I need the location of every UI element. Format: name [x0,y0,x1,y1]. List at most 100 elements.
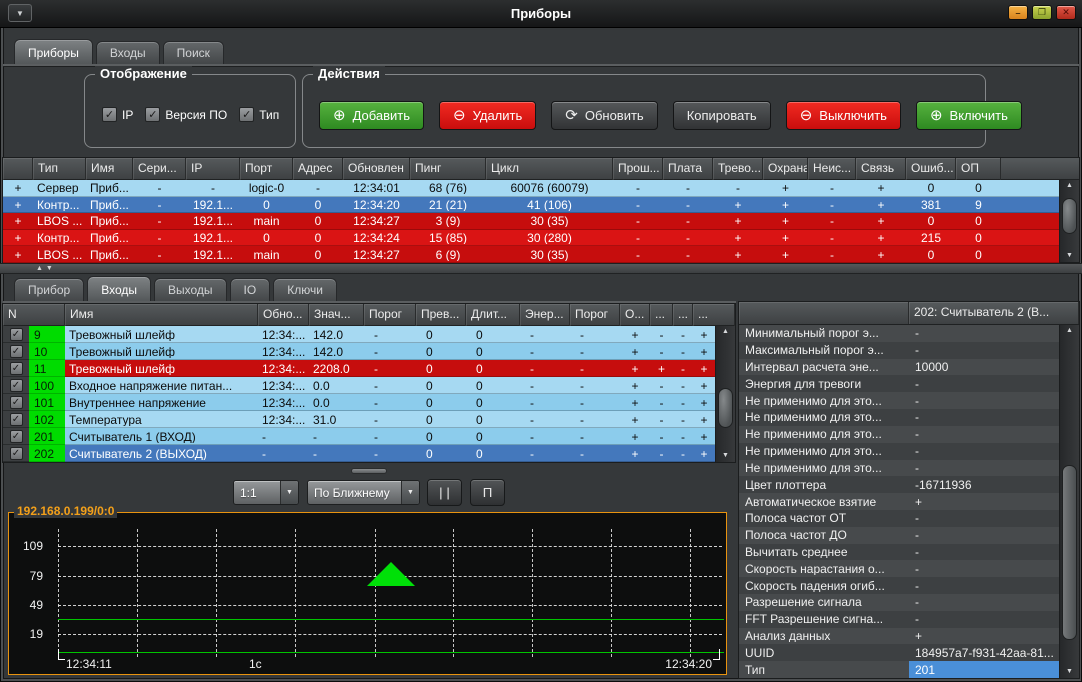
property-row[interactable]: Энергия для тревоги - [739,375,1059,392]
property-row[interactable]: Не применимо для это... - [739,443,1059,460]
input-row[interactable]: ✓ 9 Тревожный шлейф 12:34:... 142.0 - 0 … [3,326,715,343]
property-value-header[interactable]: 202: Считыватель 2 (В... [909,302,1079,324]
property-row[interactable]: Не применимо для это... - [739,426,1059,443]
input-row[interactable]: ✓ 101 Внутреннее напряжение 12:34:... 0.… [3,394,715,411]
property-row[interactable]: Скорость нарастания о... - [739,560,1059,577]
column-header[interactable]: Порог [364,304,416,326]
property-row[interactable]: Анализ данных + [739,628,1059,645]
column-header[interactable]: N [3,304,65,326]
scroll-down-icon[interactable]: ▼ [1060,666,1079,678]
column-header[interactable]: Знач... [309,304,364,326]
property-value[interactable]: 184957a7-f931-42aa-81... [909,647,1059,659]
property-value[interactable]: 201 [909,661,1059,678]
scrollbar-thumb[interactable] [1062,198,1077,234]
column-header[interactable]: Порт [240,158,293,180]
device-row[interactable]: + LBOS ... Приб... - 192.1... main 0 12:… [3,213,1059,230]
property-value[interactable]: - [909,546,1059,558]
property-row[interactable]: Тип 201 [739,661,1059,678]
devices-scrollbar[interactable]: ▲ ▼ [1059,180,1079,262]
column-header[interactable]: Имя [86,158,133,180]
column-header[interactable] [3,158,33,180]
column-header[interactable]: Адрес [293,158,343,180]
row-checkbox[interactable]: ✓ [10,413,23,426]
scroll-down-icon[interactable]: ▼ [716,450,735,462]
sub-tab[interactable]: Прибор [14,278,84,301]
column-header[interactable]: Прош... [613,158,663,180]
property-row[interactable]: Скорость падения огиб... - [739,577,1059,594]
property-row[interactable]: Вычитать среднее - [739,544,1059,561]
column-header[interactable]: ... [673,304,693,326]
scroll-up-icon[interactable]: ▲ [1060,325,1079,337]
input-row[interactable]: ✓ 11 Тревожный шлейф 12:34:... 2208.0 - … [3,360,715,377]
splitter-arrows-icon[interactable]: ▲▼ [36,265,56,272]
pause-button[interactable]: | | [427,479,462,506]
property-value[interactable]: 10000 [909,361,1059,373]
column-header[interactable]: О... [620,304,650,326]
property-value[interactable]: - [909,411,1059,423]
p-button[interactable]: П [470,479,505,506]
column-header[interactable]: Охрана [763,158,808,180]
sub-tab[interactable]: IO [230,278,271,301]
column-header[interactable]: Тип [33,158,86,180]
close-button[interactable]: ✕ [1056,5,1076,20]
column-header[interactable]: Энер... [520,304,570,326]
property-value[interactable]: - [909,512,1059,524]
property-value[interactable]: - [909,378,1059,390]
input-row[interactable]: ✓ 102 Температура 12:34:... 31.0 - 0 0 -… [3,411,715,428]
property-row[interactable]: Разрешение сигнала - [739,594,1059,611]
scrollbar-thumb[interactable] [1062,465,1077,640]
column-header[interactable]: Обно... [258,304,309,326]
property-row[interactable]: Минимальный порог э... - [739,325,1059,342]
property-value[interactable]: - [909,445,1059,457]
action-button[interactable]: ⊕ Добавить [319,101,424,130]
property-value[interactable]: - [909,395,1059,407]
scroll-up-icon[interactable]: ▲ [716,326,735,338]
column-header[interactable]: ... [650,304,673,326]
column-header[interactable]: Прев... [416,304,466,326]
sub-tab[interactable]: Выходы [154,278,227,301]
property-value[interactable]: -16711936 [909,479,1059,491]
property-value[interactable]: - [909,462,1059,474]
property-row[interactable]: Интервал расчета эне... 10000 [739,359,1059,376]
device-row[interactable]: + LBOS ... Приб... - 192.1... main 0 12:… [3,246,1059,263]
property-row[interactable]: UUID 184957a7-f931-42aa-81... [739,644,1059,661]
property-row[interactable]: Полоса частот ДО - [739,527,1059,544]
column-header[interactable]: Плата [663,158,713,180]
property-value[interactable]: - [909,344,1059,356]
main-tab[interactable]: Входы [96,41,160,64]
column-header[interactable]: Сери... [133,158,186,180]
row-checkbox[interactable]: ✓ [10,447,23,460]
action-button[interactable]: ⊖ Удалить [439,101,536,130]
column-header[interactable]: Обновлен [343,158,410,180]
column-header[interactable]: Длит... [466,304,520,326]
checkbox-checked-icon[interactable]: ✓ [239,107,254,122]
action-button[interactable]: ⟳ Обновить [551,101,657,130]
row-checkbox[interactable]: ✓ [10,396,23,409]
property-value[interactable]: - [909,428,1059,440]
action-button[interactable]: Копировать [673,101,771,130]
row-checkbox[interactable]: ✓ [10,379,23,392]
maximize-button[interactable]: ❐ [1032,5,1052,20]
property-value[interactable]: - [909,580,1059,592]
properties-scrollbar[interactable]: ▲ ▼ [1059,325,1079,678]
property-value[interactable]: - [909,327,1059,339]
column-header[interactable]: ОП [956,158,1001,180]
column-header[interactable]: ... [693,304,735,326]
input-row[interactable]: ✓ 100 Входное напряжение питан... 12:34:… [3,377,715,394]
input-row[interactable]: ✓ 10 Тревожный шлейф 12:34:... 142.0 - 0… [3,343,715,360]
minimize-button[interactable]: – [1008,5,1028,20]
window-menu-button[interactable]: ▼ [8,4,32,22]
property-row[interactable]: Не применимо для это... - [739,409,1059,426]
column-header[interactable]: Трево... [713,158,763,180]
input-row[interactable]: ✓ 202 Считыватель 2 (ВЫХОД) - - - 0 0 - … [3,445,715,462]
device-row[interactable]: + Контр... Приб... - 192.1... 0 0 12:34:… [3,197,1059,214]
sub-tab[interactable]: Входы [87,276,151,301]
column-header[interactable]: Пинг [410,158,486,180]
display-checkbox[interactable]: ✓ Версия ПО [145,107,227,122]
horizontal-splitter[interactable]: ▲▼ [0,263,1082,274]
property-value[interactable]: - [909,529,1059,541]
device-row[interactable]: + Сервер Приб... - - logic-0 - 12:34:01 … [3,180,1059,197]
plot-mode-select[interactable]: По Ближнему ▼ [307,480,420,505]
property-row[interactable]: Автоматическое взятие + [739,493,1059,510]
display-checkbox[interactable]: ✓ IP [102,107,133,122]
